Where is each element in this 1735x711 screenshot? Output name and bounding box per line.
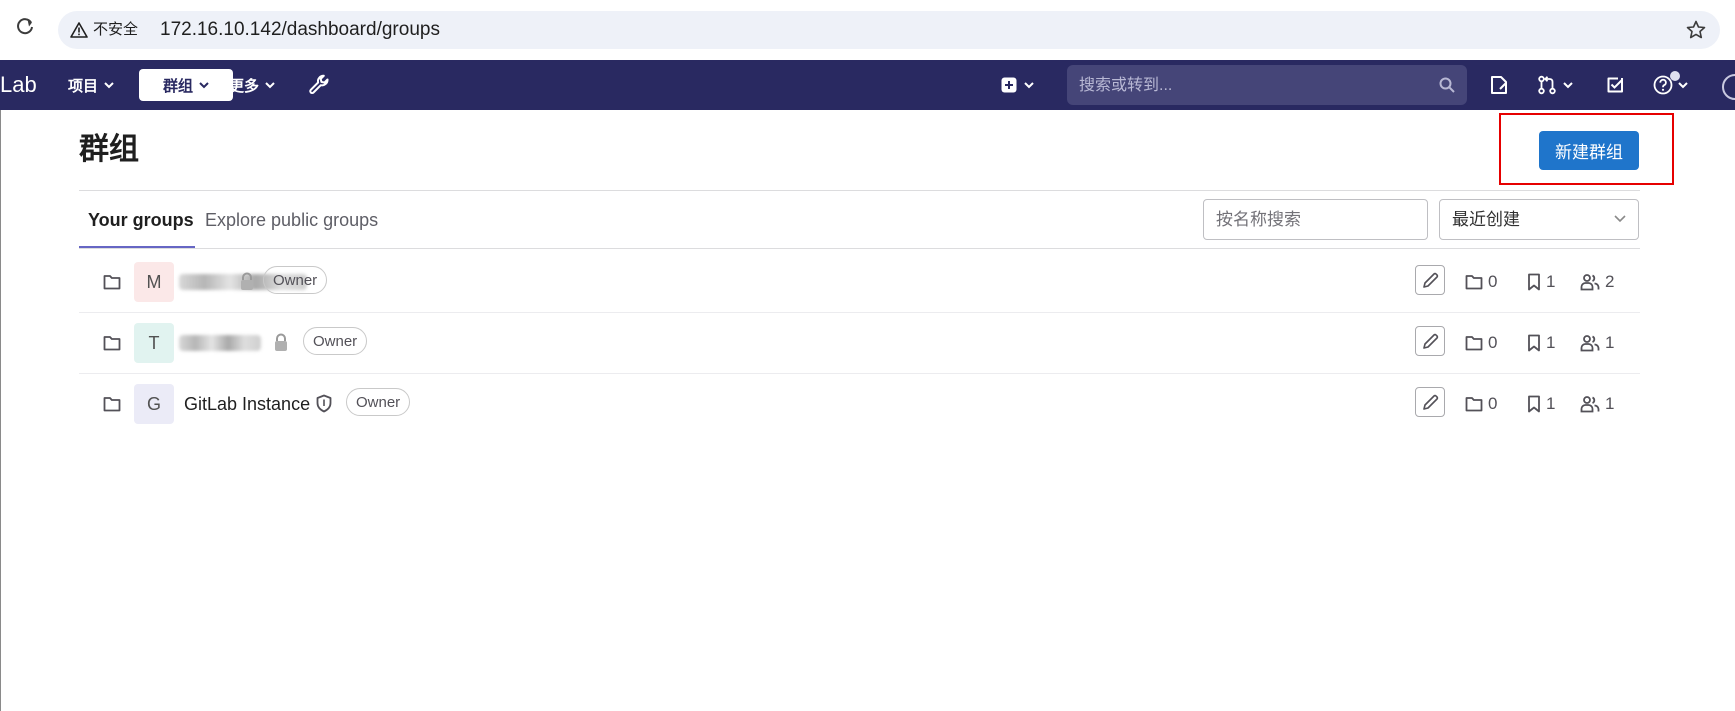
tab-explore-public-groups[interactable]: Explore public groups bbox=[205, 208, 378, 232]
pencil-icon bbox=[1423, 333, 1439, 349]
members-count: 2 bbox=[1580, 270, 1614, 294]
users-icon bbox=[1580, 335, 1600, 352]
projects-count: 1 bbox=[1527, 392, 1555, 416]
annotation-highlight-box bbox=[1499, 113, 1674, 185]
browser-toolbar: 不安全 172.16.10.142/dashboard/groups bbox=[0, 0, 1735, 60]
members-count-value: 1 bbox=[1605, 394, 1615, 413]
bookmark-icon bbox=[1528, 395, 1540, 413]
folder-icon bbox=[103, 275, 121, 290]
pencil-icon bbox=[1423, 272, 1439, 288]
issues-button[interactable] bbox=[1489, 69, 1509, 101]
group-row[interactable]: M Owner 0 1 2 bbox=[79, 252, 1640, 312]
folder-icon bbox=[1465, 275, 1483, 290]
filter-by-name-input[interactable] bbox=[1203, 199, 1428, 240]
admin-area-button[interactable] bbox=[308, 69, 330, 101]
address-bar[interactable]: 不安全 172.16.10.142/dashboard/groups bbox=[58, 11, 1720, 49]
nav-more-label: 更多 bbox=[229, 77, 260, 95]
global-search[interactable] bbox=[1067, 65, 1467, 107]
nav-projects-label: 项目 bbox=[68, 77, 99, 95]
projects-count-value: 1 bbox=[1546, 394, 1556, 413]
chevron-down-icon bbox=[1024, 81, 1034, 88]
group-avatar[interactable]: G bbox=[134, 384, 174, 424]
folder-icon bbox=[103, 336, 121, 351]
help-notification-dot bbox=[1670, 71, 1680, 81]
create-new-button[interactable] bbox=[1001, 69, 1034, 101]
group-row[interactable]: T Owner 0 1 1 bbox=[79, 313, 1640, 373]
chevron-down-icon bbox=[199, 81, 209, 88]
nav-projects[interactable]: 项目 bbox=[68, 69, 114, 101]
chevron-down-icon bbox=[1563, 81, 1573, 88]
page-title: 群组 bbox=[79, 133, 139, 166]
lock-icon bbox=[275, 333, 287, 351]
folder-icon bbox=[103, 397, 121, 412]
projects-count-value: 1 bbox=[1546, 272, 1556, 291]
top-navbar: Lab 项目 群组 更多 bbox=[0, 60, 1735, 110]
bookmark-star-icon[interactable] bbox=[1686, 20, 1706, 40]
group-name-redacted[interactable] bbox=[179, 335, 261, 351]
folder-icon bbox=[1465, 336, 1483, 351]
chevron-down-icon bbox=[104, 81, 114, 88]
group-avatar[interactable]: M bbox=[134, 262, 174, 302]
subgroups-count: 0 bbox=[1465, 392, 1497, 416]
brand-logo-text[interactable]: Lab bbox=[0, 72, 37, 98]
edit-group-button[interactable] bbox=[1415, 387, 1445, 417]
sort-selected-value: 最近创建 bbox=[1452, 210, 1520, 229]
edit-group-button[interactable] bbox=[1415, 265, 1445, 295]
chevron-down-icon bbox=[1678, 81, 1688, 88]
chevron-down-icon bbox=[1614, 215, 1626, 223]
user-avatar[interactable] bbox=[1722, 74, 1735, 100]
merge-request-icon bbox=[1538, 75, 1556, 95]
group-row[interactable]: G GitLab Instance Owner 0 1 1 bbox=[79, 374, 1640, 434]
wrench-icon bbox=[309, 74, 329, 94]
subgroups-count-value: 0 bbox=[1488, 394, 1498, 413]
tab-your-groups[interactable]: Your groups bbox=[88, 208, 194, 232]
issues-icon bbox=[1491, 76, 1507, 94]
users-icon bbox=[1580, 396, 1600, 413]
reload-icon[interactable] bbox=[14, 16, 36, 38]
group-avatar[interactable]: T bbox=[134, 323, 174, 363]
edit-group-button[interactable] bbox=[1415, 326, 1445, 356]
nav-groups[interactable]: 群组 bbox=[139, 69, 233, 101]
shield-icon bbox=[316, 394, 332, 413]
security-status[interactable]: 不安全 bbox=[93, 20, 138, 40]
search-icon bbox=[1439, 77, 1455, 93]
role-badge: Owner bbox=[263, 266, 328, 294]
todos-button[interactable] bbox=[1606, 69, 1624, 101]
members-count-value: 2 bbox=[1605, 272, 1615, 291]
projects-count-value: 1 bbox=[1546, 333, 1556, 352]
subgroups-count-value: 0 bbox=[1488, 333, 1498, 352]
members-count: 1 bbox=[1580, 392, 1614, 416]
role-badge: Owner bbox=[303, 327, 368, 355]
bookmark-icon bbox=[1528, 273, 1540, 291]
merge-requests-button[interactable] bbox=[1537, 69, 1573, 101]
lock-icon bbox=[241, 272, 253, 290]
global-search-input[interactable] bbox=[1077, 65, 1421, 107]
projects-count: 1 bbox=[1527, 331, 1555, 355]
subgroups-count: 0 bbox=[1465, 331, 1497, 355]
pencil-icon bbox=[1423, 394, 1439, 410]
members-count: 1 bbox=[1580, 331, 1614, 355]
projects-count: 1 bbox=[1527, 270, 1555, 294]
role-badge: Owner bbox=[346, 388, 411, 416]
subgroups-count: 0 bbox=[1465, 270, 1497, 294]
group-name[interactable]: GitLab Instance bbox=[184, 392, 310, 416]
nav-groups-label: 群组 bbox=[162, 77, 193, 95]
folder-icon bbox=[1465, 397, 1483, 412]
header-divider bbox=[79, 190, 1640, 191]
subgroups-count-value: 0 bbox=[1488, 272, 1498, 291]
members-count-value: 1 bbox=[1605, 333, 1615, 352]
users-icon bbox=[1580, 274, 1600, 291]
nav-more[interactable]: 更多 bbox=[229, 69, 275, 101]
plus-square-icon bbox=[1001, 77, 1017, 93]
chevron-down-icon bbox=[265, 81, 275, 88]
warning-icon[interactable] bbox=[70, 22, 88, 38]
sort-dropdown[interactable]: 最近创建 bbox=[1439, 199, 1639, 240]
tabs-divider bbox=[79, 248, 1640, 249]
todo-checkbox-icon bbox=[1607, 77, 1623, 93]
url-text[interactable]: 172.16.10.142/dashboard/groups bbox=[160, 18, 440, 42]
bookmark-icon bbox=[1528, 334, 1540, 352]
